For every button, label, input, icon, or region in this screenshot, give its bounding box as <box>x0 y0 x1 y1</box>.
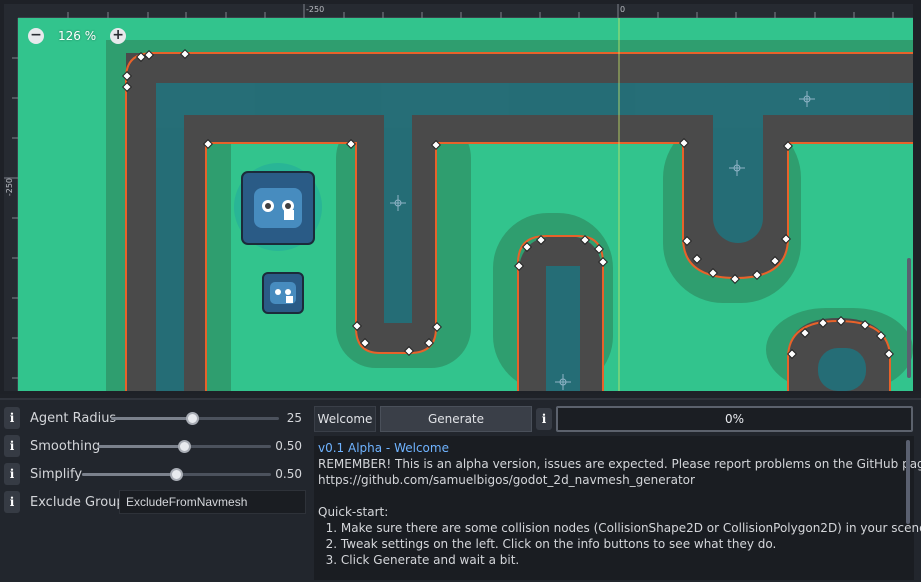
log-output[interactable]: v0.1 Alpha - Welcome REMEMBER! This is a… <box>314 436 921 580</box>
tab-welcome[interactable]: Welcome <box>314 406 376 432</box>
setting-simplify: i Simplify 0.50 <box>4 460 310 488</box>
ruler-ticks <box>67 4 894 18</box>
ruler-corner <box>4 4 18 18</box>
navmesh-generator-panel: i Agent Radius 25 i Smoothing 0.50 i Sim… <box>0 398 921 582</box>
setting-label: Exclude Group <box>30 494 125 510</box>
settings-panel: i Agent Radius 25 i Smoothing 0.50 i Sim… <box>4 404 310 516</box>
exclude-group-input[interactable] <box>119 490 306 514</box>
smoothing-value: 0.50 <box>275 439 302 453</box>
setting-label: Agent Radius <box>30 410 117 426</box>
log-scrollbar[interactable] <box>906 440 910 524</box>
generate-button[interactable]: Generate <box>380 406 532 432</box>
slider-grabber[interactable] <box>170 468 183 481</box>
setting-agent-radius: i Agent Radius 25 <box>4 404 310 432</box>
editor-viewport: -250 0 -250 − 126 % + <box>0 0 921 394</box>
scene-drawing <box>106 18 913 391</box>
minus-icon: − <box>30 27 42 43</box>
slider-grabber[interactable] <box>178 440 191 453</box>
smoothing-slider[interactable] <box>98 440 271 453</box>
info-icon[interactable]: i <box>536 408 552 430</box>
slider-grabber[interactable] <box>186 412 199 425</box>
log-line: 2. Tweak settings on the left. Click on … <box>318 537 777 551</box>
ruler-ticks <box>4 57 18 379</box>
log-line: ​ <box>318 488 910 504</box>
plus-icon: + <box>112 27 124 43</box>
zoom-out-button[interactable]: − <box>28 28 44 44</box>
log-line: 3. Click Generate and wait a bit. <box>318 553 520 567</box>
setting-label: Simplify <box>30 466 83 482</box>
log-line: https://github.com/samuelbigos/godot_2d_… <box>318 473 695 487</box>
scene-canvas[interactable]: − 126 % + <box>18 18 913 391</box>
zoom-controls: − 126 % + <box>28 27 127 44</box>
zoom-level[interactable]: 126 % <box>58 29 96 43</box>
simplify-value: 0.50 <box>275 467 302 481</box>
progress-bar: 0% <box>556 406 913 432</box>
log-line: Quick-start: <box>318 505 389 519</box>
log-line: REMEMBER! This is an alpha version, issu… <box>318 457 921 471</box>
simplify-slider[interactable] <box>82 468 271 481</box>
setting-label: Smoothing <box>30 438 101 454</box>
godot-icon-small <box>262 272 304 314</box>
info-icon[interactable]: i <box>4 407 20 429</box>
info-icon[interactable]: i <box>4 463 20 485</box>
godot-icon-large <box>234 163 322 251</box>
log-title: v0.1 Alpha - Welcome <box>318 441 449 455</box>
agent-radius-slider[interactable] <box>111 412 279 425</box>
generator-toolbar: Welcome Generate i 0% <box>314 406 914 432</box>
setting-exclude-group: i Exclude Group <box>4 488 310 516</box>
setting-smoothing: i Smoothing 0.50 <box>4 432 310 460</box>
ruler-horizontal: -250 0 <box>18 4 913 18</box>
info-icon[interactable]: i <box>4 491 20 513</box>
viewport-scrollbar[interactable] <box>907 258 911 378</box>
info-icon[interactable]: i <box>4 435 20 457</box>
ruler-vertical: -250 <box>4 18 18 391</box>
log-line: 1. Make sure there are some collision no… <box>318 521 921 535</box>
zoom-in-button[interactable]: + <box>110 27 127 44</box>
agent-radius-value: 25 <box>286 411 302 425</box>
